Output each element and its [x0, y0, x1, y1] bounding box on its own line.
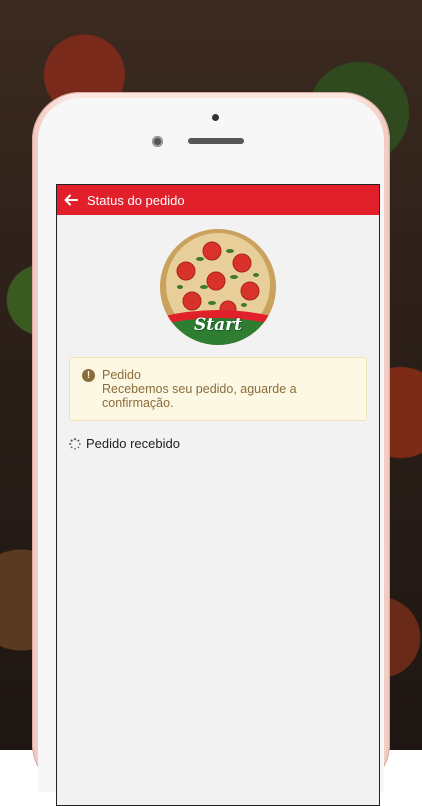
- app-bar: Status do pedido: [57, 185, 379, 215]
- alert-title: Pedido: [102, 368, 141, 382]
- exclamation-circle-icon: !: [82, 369, 95, 382]
- app-screen: Status do pedido Start ! Pedido Recebemo…: [56, 184, 380, 806]
- spinner-icon: [69, 437, 81, 450]
- alert-body: Pedido Recebemos seu pedido, aguarde a c…: [102, 368, 356, 410]
- logo-container: Start: [57, 229, 379, 345]
- phone-frame: Status do pedido Start ! Pedido Recebemo…: [32, 92, 390, 806]
- order-status-label: Pedido recebido: [86, 436, 180, 451]
- alert-message: Recebemos seu pedido, aguarde a confirma…: [102, 382, 297, 410]
- arrow-left-icon[interactable]: [63, 192, 79, 208]
- logo-text: Start: [194, 315, 242, 335]
- earpiece-speaker: [188, 138, 244, 144]
- phone-face: Status do pedido Start ! Pedido Recebemo…: [38, 98, 384, 806]
- page-title: Status do pedido: [87, 192, 185, 208]
- pizza-logo: Start: [160, 229, 276, 345]
- order-alert: ! Pedido Recebemos seu pedido, aguarde a…: [69, 357, 367, 421]
- front-sensor: [152, 136, 163, 147]
- front-camera: [212, 114, 219, 121]
- order-status-row: Pedido recebido: [69, 436, 379, 451]
